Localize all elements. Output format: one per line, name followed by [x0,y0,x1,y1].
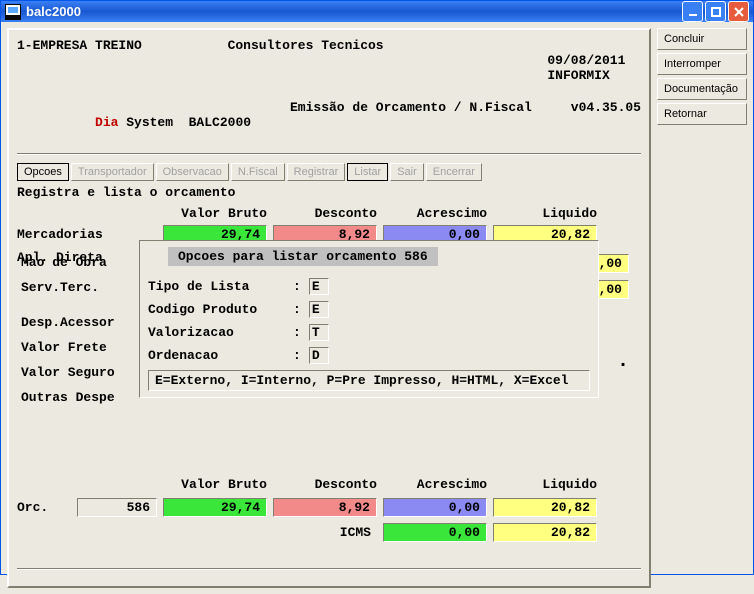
label-maoobra: Mao de Obra [21,250,115,275]
tab-nfiscal[interactable]: N.Fiscal [231,163,285,181]
app-window: balc2000 1-EMPRESA TREINO Consultores Te… [0,0,754,575]
icms-liq: 20,82 [493,523,597,542]
row-orc-totals: Orc. 586 29,74 8,92 0,00 20,82 [17,498,641,517]
brand-prefix: Dia [95,115,118,130]
status-text: Registra e lista o orcamento [17,185,641,200]
maximize-button[interactable] [705,1,726,22]
tab-observacao[interactable]: Observacao [156,163,229,181]
tot-desc: 8,92 [273,498,377,517]
popup-hint: E=Externo, I=Interno, P=Pre Impresso, H=… [148,370,590,391]
company-label: 1-EMPRESA TREINO [17,38,142,98]
subtitle-label: Consultores Tecnicos [228,38,384,98]
tot-liq: 20,82 [493,498,597,517]
tot-acr: 0,00 [383,498,487,517]
tab-listar[interactable]: Listar [347,163,388,181]
date-label: 09/08/2011 [547,53,625,68]
col-liquido: Liquido [487,206,597,221]
tab-registrar[interactable]: Registrar [287,163,346,181]
app-icon [5,4,21,20]
db-label: INFORMIX [547,68,609,83]
ordenacao-input[interactable] [309,347,329,364]
version-label: v04.35.05 [571,100,641,145]
codigo-produto-input[interactable] [309,301,329,318]
tab-transportador[interactable]: Transportador [71,163,154,181]
orc-label: Orc. [17,500,77,515]
titlebar: balc2000 [1,1,753,22]
label-mercadorias: Mercadorias [17,227,157,242]
tab-sair[interactable]: Sair [390,163,424,181]
col-bruto: Valor Bruto [157,206,267,221]
decor-dot: . [617,350,629,373]
label-valorseguro: Valor Seguro [21,360,115,385]
popup-title: Opcoes para listar orcamento 586 [168,247,438,266]
tab-opcoes[interactable]: Opcoes [17,163,69,181]
orc-number[interactable]: 586 [77,498,157,517]
totals-header: Valor Bruto Desconto Acrescimo Liquido [17,477,641,492]
row-icms: ICMS 0,00 20,82 [17,523,641,542]
tab-encerrar[interactable]: Encerrar [426,163,482,181]
tot-bruto: 29,74 [163,498,267,517]
tipo-lista-input[interactable] [309,278,329,295]
icms-label: ICMS [267,525,377,540]
grid-header: Valor Bruto Desconto Acrescimo Liquido [17,206,641,221]
tab-bar: Opcoes Transportador Observacao N.Fiscal… [17,163,641,181]
col-acrescimo: Acrescimo [377,206,487,221]
window-title: balc2000 [26,4,81,19]
valorizacao-input[interactable] [309,324,329,341]
concluir-button[interactable]: Concluir [657,28,747,50]
col-desconto: Desconto [267,206,377,221]
ordenacao-label: Ordenacao [148,348,293,363]
list-options-popup: Opcoes para listar orcamento 586 Tipo de… [139,240,599,398]
close-button[interactable] [728,1,749,22]
brand-rest: System BALC2000 [118,115,251,130]
interromper-button[interactable]: Interromper [657,53,747,75]
left-label-stack: Mao de Obra Serv.Terc. Desp.Acessor Valo… [21,250,115,410]
retornar-button[interactable]: Retornar [657,103,747,125]
valorizacao-label: Valorizacao [148,325,293,340]
label-outrasdespe: Outras Despe [21,385,115,410]
side-panel: Concluir Interromper Documentação Retorn… [657,28,747,588]
documentacao-button[interactable]: Documentação [657,78,747,100]
minimize-button[interactable] [682,1,703,22]
label-despacess: Desp.Acessor [21,310,115,335]
main-panel: 1-EMPRESA TREINO Consultores Tecnicos 09… [7,28,651,588]
tipo-lista-label: Tipo de Lista [148,279,293,294]
label-servterc: Serv.Terc. [21,275,115,300]
module-label: Emissão de Orcamento / N.Fiscal [290,100,532,145]
label-valorfrete: Valor Frete [21,335,115,360]
codigo-produto-label: Codigo Produto [148,302,293,317]
icms-acr: 0,00 [383,523,487,542]
